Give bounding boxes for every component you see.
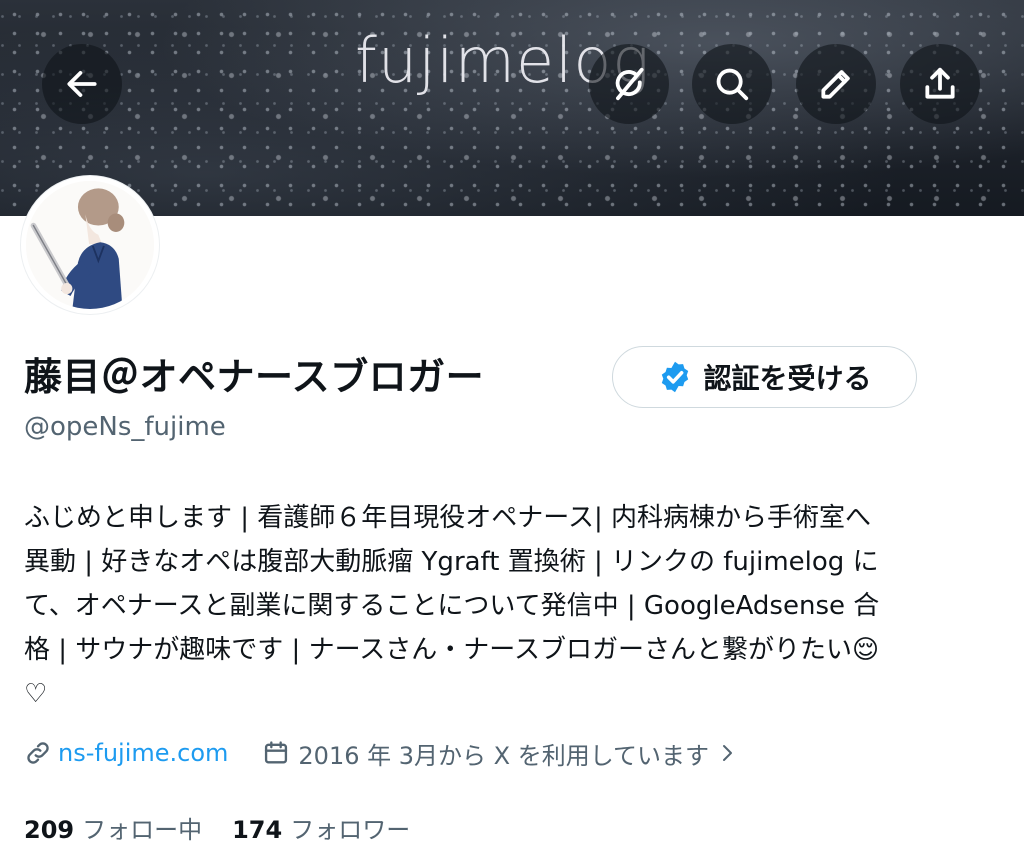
get-verified-button[interactable]: 認証を受ける bbox=[612, 346, 917, 408]
avatar[interactable] bbox=[21, 176, 159, 314]
bio-line: 異動 | 好きなオペは腹部大動脈瘤 Ygraft 置換術 | リンクの fuji… bbox=[24, 547, 879, 577]
search-icon bbox=[716, 68, 749, 101]
share-button[interactable] bbox=[900, 44, 980, 124]
following-label: フォロー中 bbox=[82, 816, 203, 844]
followers-link[interactable]: 174 フォロワー bbox=[232, 810, 410, 845]
profile-meta: ns-fujime.com 2016 年 3月から X を利用しています bbox=[24, 733, 739, 773]
bio-line: 格 | サウナが趣味です | ナースさん・ナースブロガーさんと繋がりたい😌 bbox=[24, 635, 880, 665]
display-name: 藤目＠オペナースブロガー bbox=[24, 355, 485, 399]
bio-line: ♡ bbox=[24, 679, 48, 709]
profile-bio: ふじめと申します | 看護師６年目現役オペナース| 内科病棟から手術室へ 異動 … bbox=[24, 496, 1004, 716]
followers-count: 174 bbox=[232, 816, 283, 844]
pencil-icon bbox=[821, 70, 850, 99]
bio-line: て、オペナースと副業に関することについて発信中 | GoogleAdsense … bbox=[24, 591, 880, 621]
join-date[interactable]: 2016 年 3月から X を利用しています bbox=[298, 736, 709, 771]
following-count: 209 bbox=[24, 816, 75, 844]
search-button[interactable] bbox=[692, 44, 772, 124]
bio-line: ふじめと申します | 看護師６年目現役オペナース| 内科病棟から手術室へ bbox=[24, 503, 872, 533]
grok-icon bbox=[615, 67, 644, 101]
edit-button[interactable] bbox=[796, 44, 876, 124]
website-link[interactable]: ns-fujime.com bbox=[58, 739, 228, 767]
grok-button[interactable] bbox=[589, 44, 669, 124]
chevron-right-icon[interactable] bbox=[715, 741, 739, 765]
calendar-icon bbox=[265, 741, 288, 764]
followers-label: フォロワー bbox=[290, 816, 411, 844]
back-arrow-icon bbox=[67, 71, 97, 97]
back-button[interactable] bbox=[42, 44, 122, 124]
user-handle: @opeNs_fujime bbox=[24, 412, 226, 442]
follow-stats: 209 フォロー中 174 フォロワー bbox=[24, 810, 410, 845]
share-icon bbox=[925, 67, 955, 99]
verified-badge-icon bbox=[662, 361, 689, 393]
avatar-illustration bbox=[26, 181, 154, 309]
link-icon bbox=[27, 742, 49, 764]
get-verified-label: 認証を受ける bbox=[703, 362, 872, 395]
following-link[interactable]: 209 フォロー中 bbox=[24, 810, 202, 845]
profile-banner[interactable]: fujimelog bbox=[0, 0, 1024, 216]
